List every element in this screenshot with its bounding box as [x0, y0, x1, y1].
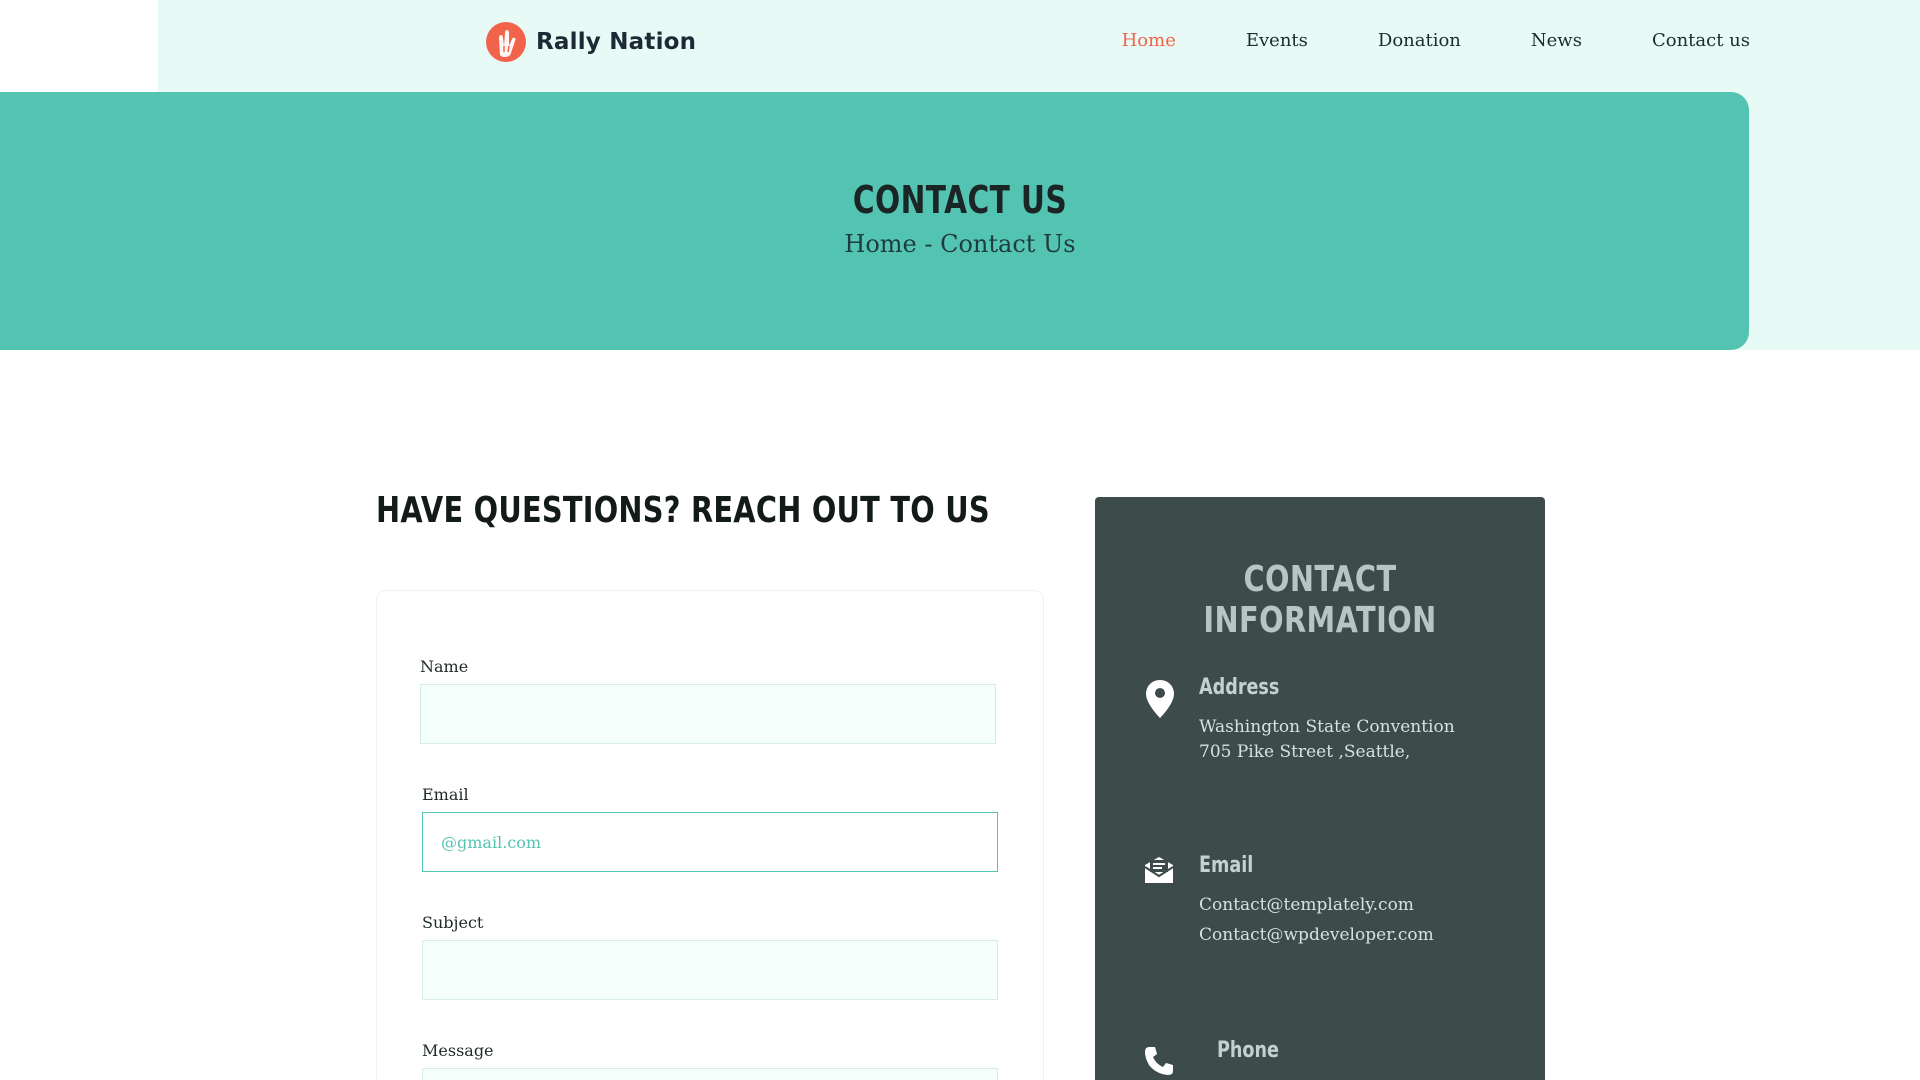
contact-info-card: CONTACT INFORMATION Address Washington S…	[1095, 497, 1545, 1080]
message-label: Message	[422, 1041, 494, 1060]
address-line-2: 705 Pike Street ,Seattle,	[1199, 742, 1411, 762]
form-heading: HAVE QUESTIONS? REACH OUT TO US	[376, 490, 990, 531]
phone-heading: Phone	[1217, 1038, 1279, 1063]
subject-input[interactable]	[422, 940, 998, 1000]
page-title: CONTACT US	[852, 178, 1068, 222]
brand-name: Rally Nation	[536, 29, 697, 55]
email-link-1[interactable]: Contact@templately.com	[1199, 895, 1414, 915]
nav-events[interactable]: Events	[1246, 30, 1308, 51]
email-link-2[interactable]: Contact@wpdeveloper.com	[1199, 925, 1434, 945]
message-input[interactable]	[422, 1068, 998, 1080]
subject-label: Subject	[422, 913, 484, 932]
email-heading: Email	[1199, 853, 1254, 878]
nav-home[interactable]: Home	[1122, 30, 1176, 51]
map-pin-icon	[1145, 679, 1175, 723]
nav-news[interactable]: News	[1531, 30, 1582, 51]
email-input[interactable]	[422, 812, 998, 872]
nav-contact-us[interactable]: Contact us	[1652, 30, 1750, 51]
rally-hand-icon	[486, 22, 526, 62]
phone-icon	[1143, 1045, 1175, 1080]
name-input[interactable]	[420, 684, 996, 744]
email-label: Email	[422, 785, 469, 804]
main-nav: Home Events Donation News Contact us	[1052, 30, 1750, 51]
brand-logo[interactable]: Rally Nation	[486, 22, 696, 62]
nav-donation[interactable]: Donation	[1378, 30, 1461, 51]
envelope-icon	[1143, 855, 1175, 889]
address-heading: Address	[1199, 675, 1280, 700]
breadcrumb: Home - Contact Us	[844, 230, 1076, 258]
address-line-1: Washington State Convention	[1199, 717, 1455, 737]
name-label: Name	[420, 657, 469, 676]
contact-info-title: CONTACT INFORMATION	[1203, 559, 1437, 641]
contact-form: Name Email Subject Message	[376, 590, 1044, 1080]
